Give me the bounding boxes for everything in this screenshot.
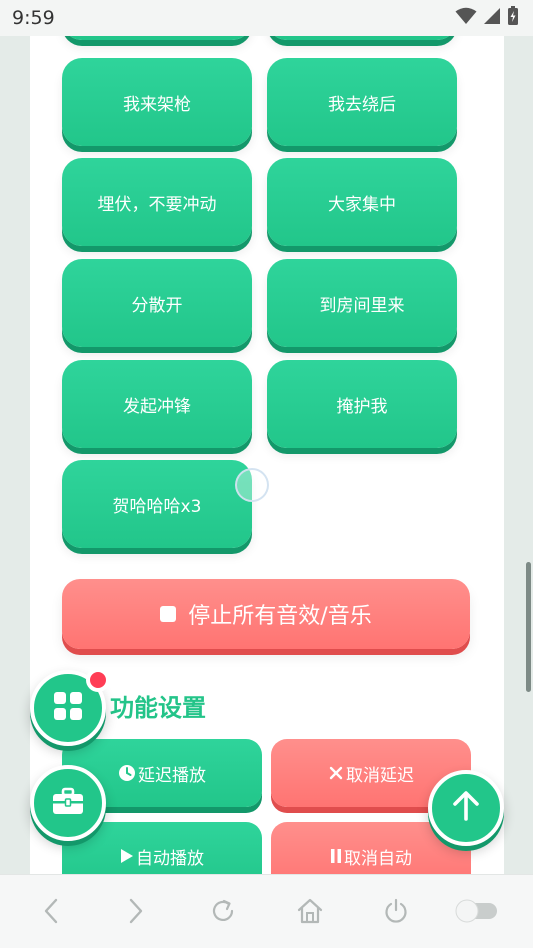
voice-button-partial[interactable] xyxy=(62,36,252,40)
status-icons xyxy=(455,6,519,30)
clock-icon xyxy=(118,764,136,782)
battery-icon xyxy=(507,6,519,30)
cancel-auto-label: 取消自动 xyxy=(344,848,412,869)
night-mode-toggle[interactable] xyxy=(452,895,502,931)
pause-icon xyxy=(330,848,342,864)
toggle-switch-icon xyxy=(453,898,501,928)
section-title: 功能设置 xyxy=(110,694,206,722)
voice-button[interactable]: 贺哈哈哈x3 xyxy=(62,460,252,548)
play-icon xyxy=(120,848,134,864)
stop-icon xyxy=(160,606,177,622)
page-content: 我来架枪 我去绕后 埋伏，不要冲动 大家集中 分散开 到房间里来 发起冲锋 掩护… xyxy=(30,36,504,874)
toolbox-icon xyxy=(51,786,85,820)
back-button[interactable] xyxy=(31,895,71,931)
tools-fab[interactable] xyxy=(30,765,106,841)
cancel-delay-label: 取消延迟 xyxy=(346,765,414,786)
refresh-icon xyxy=(209,897,237,929)
voice-button[interactable]: 掩护我 xyxy=(267,360,457,448)
stop-all-button[interactable]: 停止所有音效/音乐 xyxy=(62,579,470,649)
status-bar: 9:59 xyxy=(0,0,533,36)
power-icon xyxy=(382,897,410,929)
voice-button[interactable]: 大家集中 xyxy=(267,158,457,246)
signal-icon xyxy=(483,7,501,29)
voice-button[interactable]: 到房间里来 xyxy=(267,259,457,347)
delay-play-label: 延迟播放 xyxy=(138,765,206,786)
home-icon xyxy=(296,897,324,929)
close-icon xyxy=(328,765,344,781)
touch-ripple xyxy=(235,468,269,502)
voice-button[interactable]: 发起冲锋 xyxy=(62,360,252,448)
chevron-right-icon xyxy=(128,898,144,928)
forward-button[interactable] xyxy=(116,895,156,931)
reload-button[interactable] xyxy=(203,895,243,931)
scrollbar-thumb[interactable] xyxy=(526,562,531,692)
arrow-up-icon xyxy=(451,790,481,826)
voice-button[interactable]: 分散开 xyxy=(62,259,252,347)
stop-all-label: 停止所有音效/音乐 xyxy=(188,604,372,629)
chevron-left-icon xyxy=(43,898,59,928)
voice-button[interactable]: 埋伏，不要冲动 xyxy=(62,158,252,246)
wifi-icon xyxy=(455,7,477,29)
grid-icon xyxy=(52,690,84,726)
voice-button-partial[interactable] xyxy=(267,36,457,40)
bottom-nav xyxy=(0,874,533,948)
voice-button[interactable]: 我去绕后 xyxy=(267,58,457,146)
home-button[interactable] xyxy=(290,895,330,931)
notification-badge xyxy=(86,668,110,692)
status-time: 9:59 xyxy=(12,7,55,29)
voice-button[interactable]: 我来架枪 xyxy=(62,58,252,146)
back-to-top-fab[interactable] xyxy=(428,770,504,846)
auto-play-label: 自动播放 xyxy=(136,848,204,869)
power-button[interactable] xyxy=(376,895,416,931)
